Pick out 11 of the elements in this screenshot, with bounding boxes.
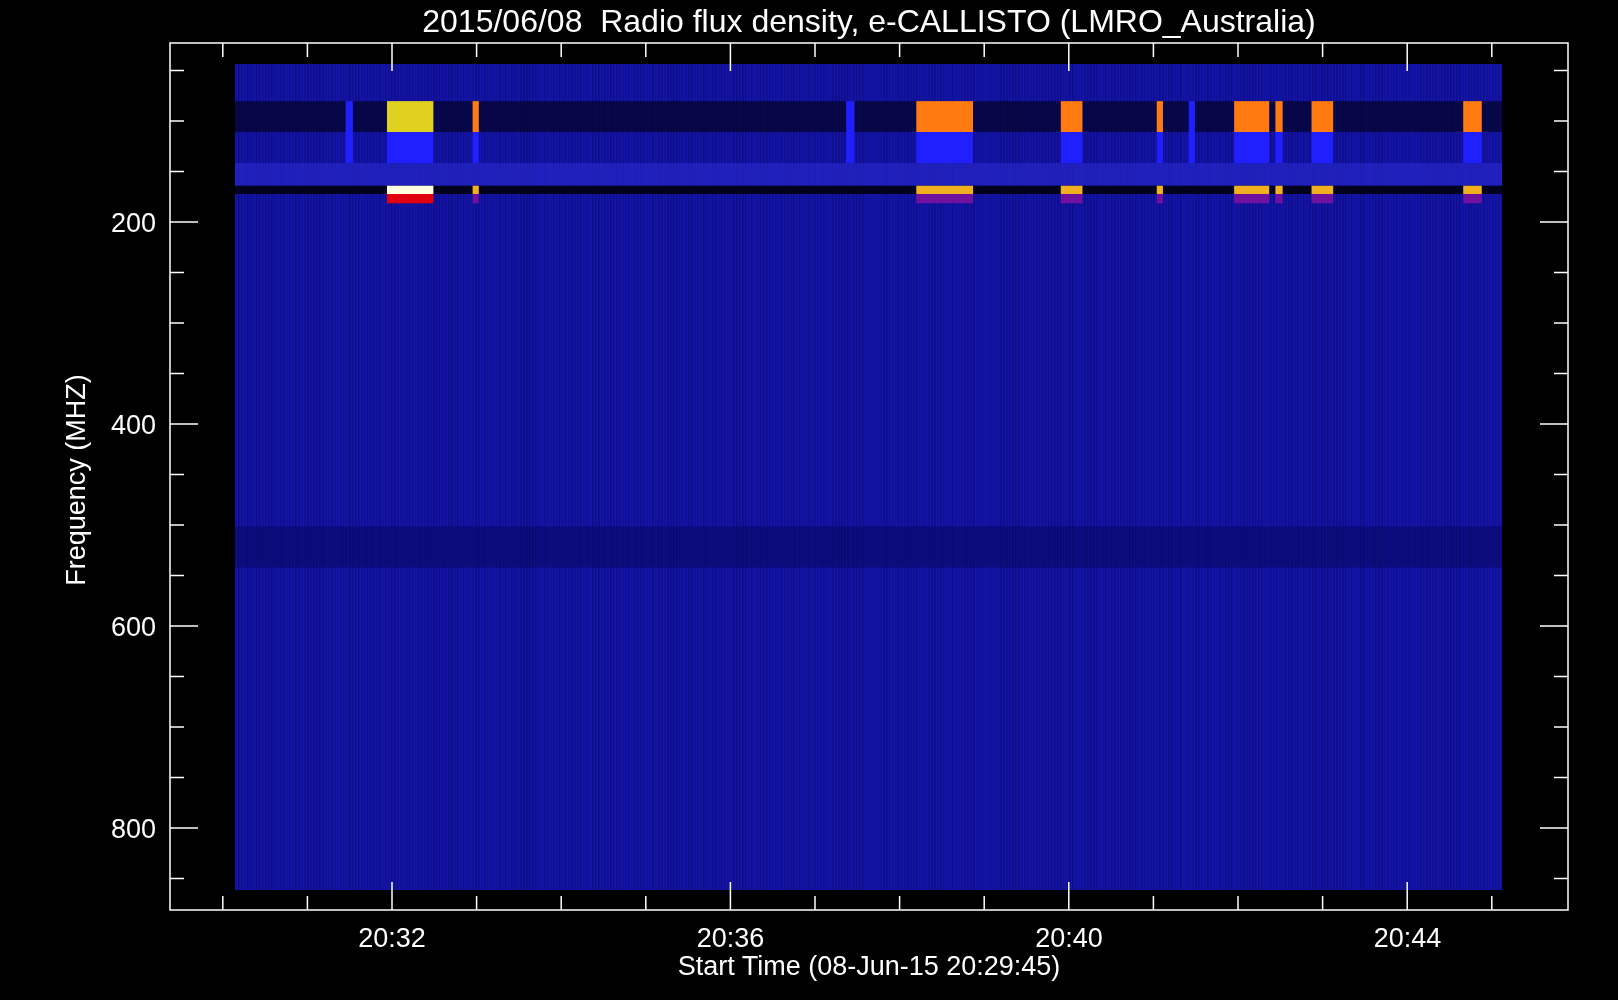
y-tick-label: 600 xyxy=(110,612,156,642)
chart-title: 2015/06/08 Radio flux density, e-CALLISTO (LMRO_Australia) xyxy=(422,3,1316,39)
x-axis-label: Start Time (08-Jun-15 20:29:45) xyxy=(677,951,1061,981)
y-tick-label: 400 xyxy=(110,410,156,440)
y-axis-label: Frequency (MHZ) xyxy=(61,374,91,586)
y-tick-label: 800 xyxy=(110,814,156,844)
x-tick-label: 20:32 xyxy=(358,923,426,953)
y-tick-label: 200 xyxy=(110,208,156,238)
x-tick-label: 20:36 xyxy=(696,923,765,953)
x-tick-label: 20:40 xyxy=(1035,923,1103,953)
x-tick-label: 20:44 xyxy=(1373,923,1442,953)
